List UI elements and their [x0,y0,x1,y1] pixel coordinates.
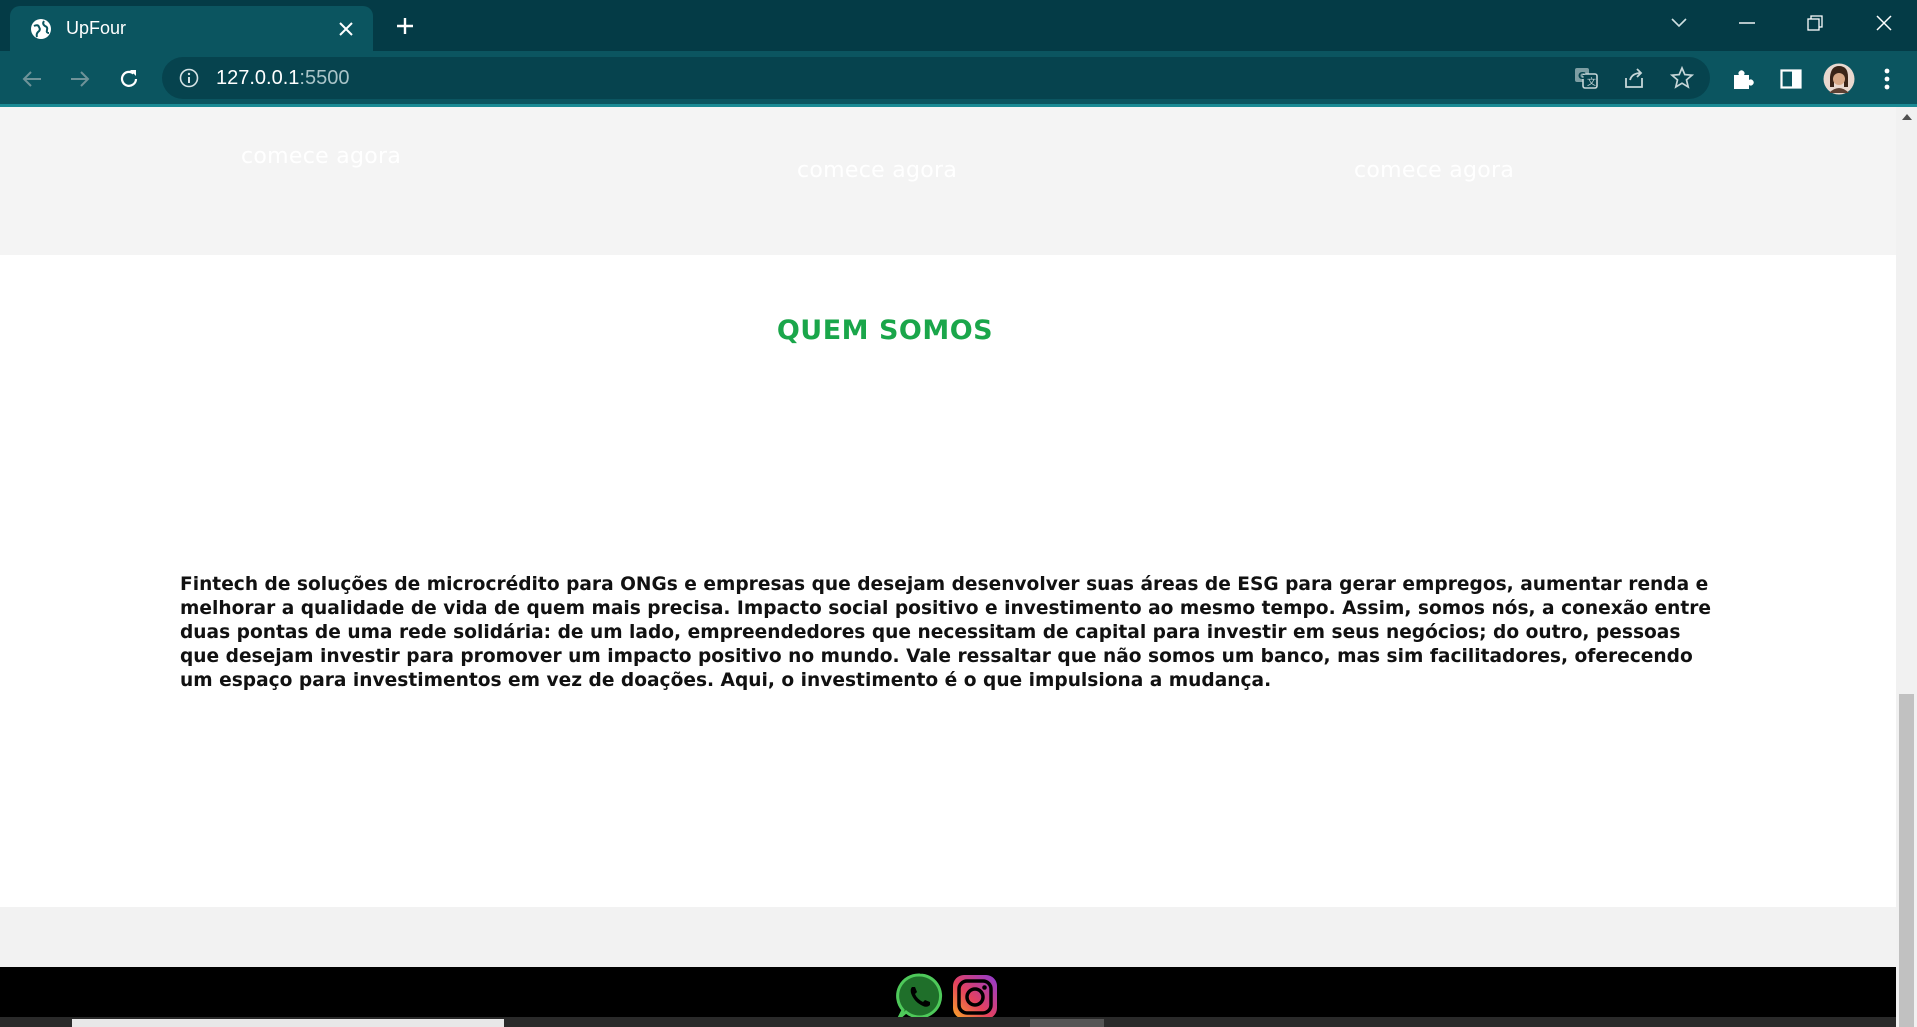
minimize-icon[interactable] [1727,8,1767,38]
new-tab-icon[interactable] [390,11,420,41]
side-panel-icon[interactable] [1775,63,1807,95]
globe-icon [30,18,52,40]
plans-cards-section: comece agora comece agora comece agora [0,107,1896,255]
more-menu-icon[interactable] [1871,63,1903,95]
close-tab-icon[interactable] [331,14,361,44]
about-section: QUEM SOMOS Fintech de soluções de microc… [0,255,1896,908]
close-window-icon[interactable] [1864,8,1904,38]
browser-tab[interactable]: UpFour [10,6,373,51]
extensions-puzzle-icon[interactable] [1727,63,1759,95]
site-info-icon[interactable] [178,67,200,89]
share-icon[interactable] [1618,62,1650,94]
horizontal-scroll-thumb[interactable] [72,1019,504,1027]
browser-tab-strip: UpFour [0,0,1917,51]
vertical-scrollbar[interactable] [1896,107,1917,1027]
cta-link-2[interactable]: comece agora [797,158,957,183]
instagram-icon[interactable] [950,972,1000,1022]
about-paragraph: Fintech de soluções de microcrédito para… [180,574,1712,691]
reload-icon[interactable] [113,63,145,95]
url-port: :5500 [299,66,350,89]
svg-text:G: G [1578,71,1586,82]
tab-title: UpFour [66,18,127,38]
address-bar[interactable]: 127.0.0.1 :5500 G文 [162,57,1710,99]
profile-avatar[interactable] [1823,63,1855,95]
scroll-thumb[interactable] [1899,694,1914,1027]
forward-arrow-icon[interactable] [64,63,96,95]
back-arrow-icon[interactable] [16,63,48,95]
section-divider [0,907,1896,967]
cta-link-1[interactable]: comece agora [241,144,401,169]
page-viewport: comece agora comece agora comece agora Q… [0,107,1896,1027]
url-host: 127.0.0.1 [216,66,300,89]
scroll-up-arrow-icon[interactable] [1896,109,1917,125]
restore-icon[interactable] [1795,8,1835,38]
translate-icon[interactable]: G文 [1570,62,1602,94]
cta-link-3[interactable]: comece agora [1354,158,1514,183]
horizontal-scrollbar[interactable] [0,1017,1896,1027]
svg-text:文: 文 [1587,76,1596,88]
tab-search-chevron-icon[interactable] [1659,8,1699,38]
browser-toolbar: 127.0.0.1 :5500 G文 [0,51,1917,106]
horizontal-scroll-marker [1030,1019,1104,1027]
about-heading: QUEM SOMOS [776,315,994,346]
bookmark-star-icon[interactable] [1666,62,1698,94]
whatsapp-icon[interactable] [895,972,945,1022]
